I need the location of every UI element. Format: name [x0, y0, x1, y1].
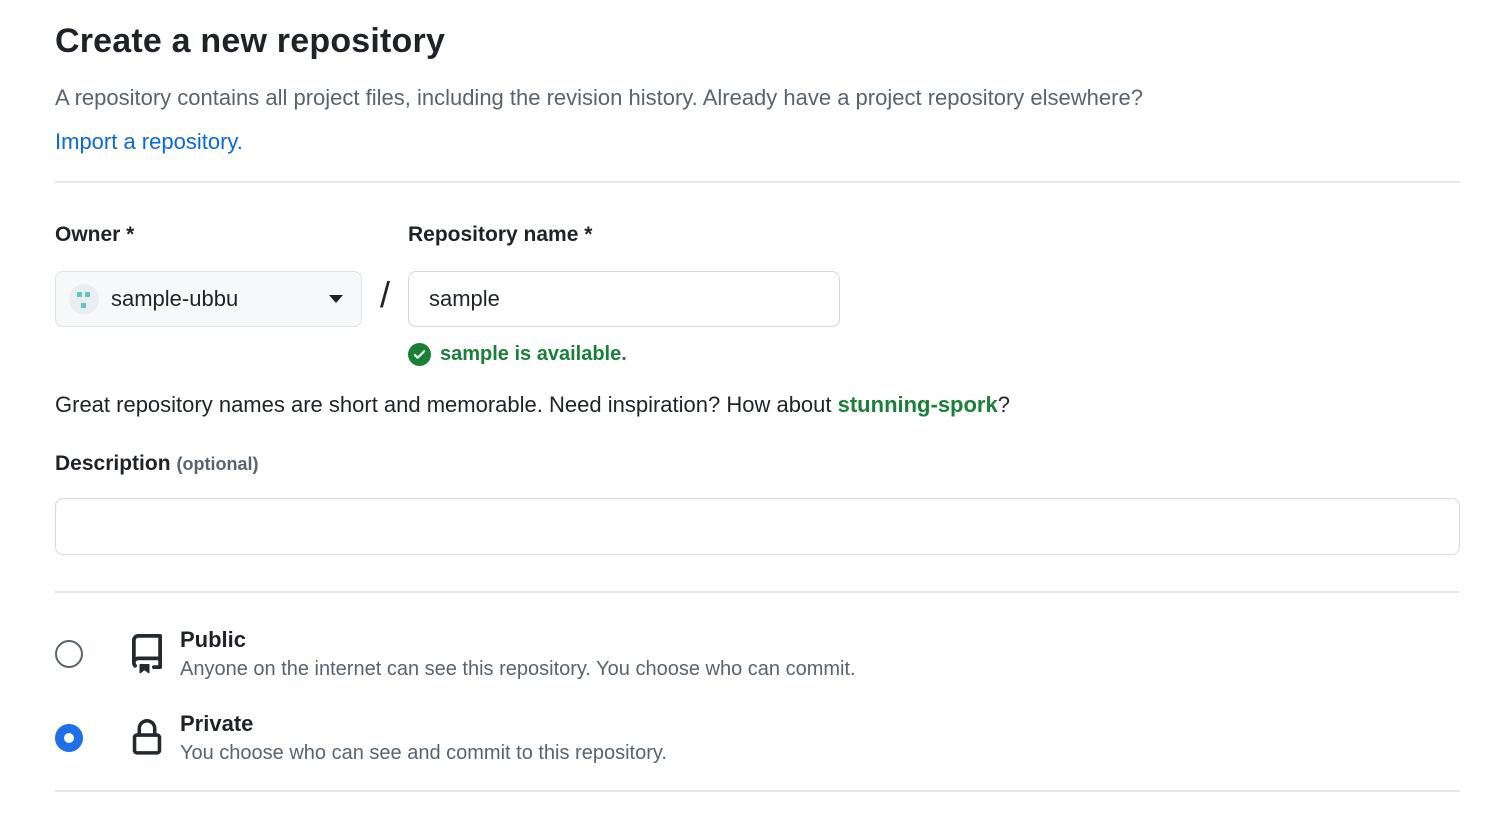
private-radio[interactable] [55, 724, 83, 752]
divider-top [55, 181, 1460, 183]
divider-bottom [55, 790, 1460, 792]
owner-selected-value: sample-ubbu [111, 286, 238, 312]
import-repository-link[interactable]: Import a repository. [55, 129, 243, 155]
public-option-title: Public [180, 627, 856, 653]
repo-name-input[interactable] [408, 271, 840, 327]
hint-prefix: Great repository names are short and mem… [55, 392, 838, 417]
repo-name-label: Repository name * [408, 223, 840, 247]
chevron-down-icon [329, 295, 343, 303]
hint-suffix: ? [998, 392, 1010, 417]
repo-name-field: Repository name * sample is available. [408, 223, 840, 366]
description-label: Description [55, 452, 171, 475]
visibility-options: Public Anyone on the internet can see th… [55, 627, 1460, 765]
visibility-option-private[interactable]: Private You choose who can see and commi… [55, 711, 1460, 765]
private-option-text: Private You choose who can see and commi… [180, 711, 667, 765]
repo-name-hint: Great repository names are short and mem… [55, 392, 1460, 418]
owner-label: Owner * [55, 223, 362, 247]
check-circle-icon [408, 343, 431, 366]
public-option-description: Anyone on the internet can see this repo… [180, 658, 856, 681]
description-label-row: Description (optional) [55, 452, 1460, 476]
description-input[interactable] [55, 498, 1460, 555]
owner-select-button[interactable]: sample-ubbu [55, 271, 362, 327]
owner-field: Owner * sample-ubbu [55, 223, 362, 327]
page-title: Create a new repository [55, 22, 1460, 61]
repo-icon [125, 634, 169, 674]
public-option-text: Public Anyone on the internet can see th… [180, 627, 856, 681]
visibility-option-public[interactable]: Public Anyone on the internet can see th… [55, 627, 1460, 681]
private-option-title: Private [180, 711, 667, 737]
lock-icon [125, 718, 169, 758]
suggested-name-link[interactable]: stunning-spork [838, 392, 998, 417]
owner-avatar [69, 284, 99, 314]
divider-middle [55, 591, 1460, 593]
public-radio[interactable] [55, 640, 83, 668]
create-repository-page: Create a new repository A repository con… [0, 0, 1496, 792]
owner-repo-row: Owner * sample-ubbu / Repository name * [55, 223, 1460, 366]
private-option-description: You choose who can see and commit to thi… [180, 742, 667, 765]
availability-message: sample is available. [408, 343, 840, 366]
owner-repo-separator: / [362, 223, 408, 323]
description-optional-note: (optional) [177, 454, 259, 474]
page-subtitle: A repository contains all project files,… [55, 81, 1460, 114]
availability-text: sample is available. [440, 343, 627, 366]
